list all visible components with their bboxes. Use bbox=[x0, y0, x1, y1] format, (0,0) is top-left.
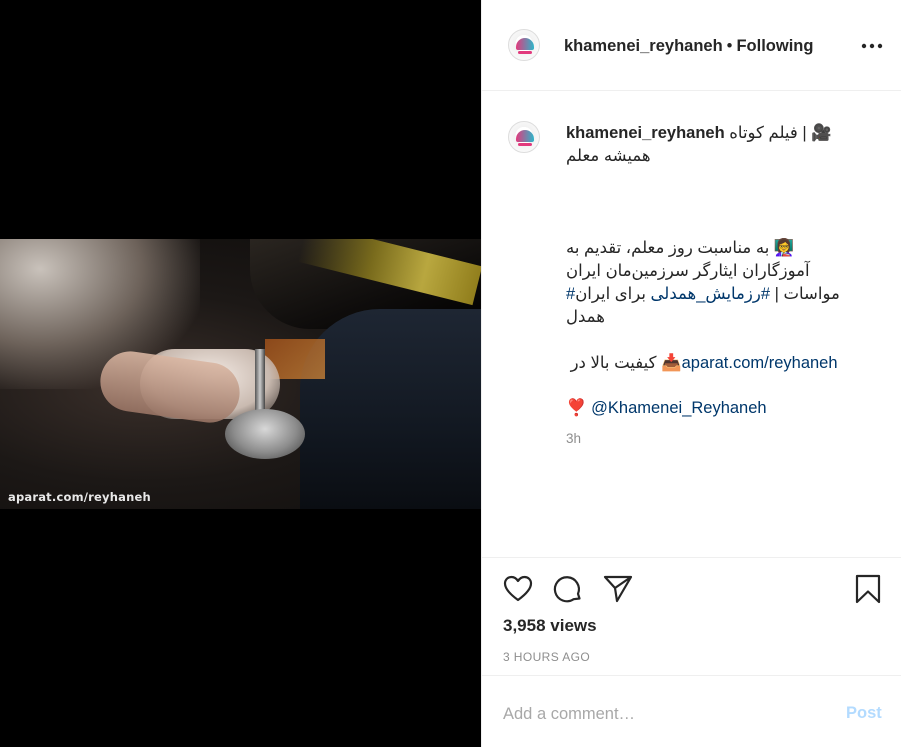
comments-section: khamenei_reyhaneh 🎥 | فیلم کوتاه همیشه م… bbox=[482, 92, 901, 558]
caption-text: برای ایران bbox=[575, 285, 651, 303]
caption-title-line1: 🎥 | فیلم کوتاه bbox=[729, 124, 832, 142]
hashtag-link[interactable]: #رزمایش_همدلی bbox=[651, 285, 770, 303]
following-button[interactable]: Following bbox=[736, 37, 813, 55]
post-caption: khamenei_reyhaneh 🎥 | فیلم کوتاه همیشه م… bbox=[566, 122, 866, 420]
video-frame-sewing-machine[interactable] bbox=[0, 239, 481, 509]
post-side-panel: khamenei_reyhaneh • Following khamenei_rey… bbox=[481, 0, 901, 747]
post-age: 3 HOURS AGO bbox=[503, 650, 591, 664]
add-comment-bar: Post bbox=[482, 675, 901, 747]
caption-first-line: khamenei_reyhaneh 🎥 | فیلم کوتاه bbox=[566, 122, 866, 145]
caption-para2: 📥 کیفیت بالا در aparat.com/reyhaneh bbox=[566, 352, 866, 375]
caption-title-line2: همیشه معلم bbox=[566, 147, 651, 165]
header-user-line: khamenei_reyhaneh • Following bbox=[564, 37, 813, 56]
view-count[interactable]: 3,958 views bbox=[503, 616, 597, 636]
post-media[interactable]: aparat.com/reyhaneh bbox=[0, 0, 481, 747]
avatar[interactable] bbox=[508, 121, 540, 153]
heart-exclamation-icon: ❣️ bbox=[566, 399, 587, 417]
media-watermark: aparat.com/reyhaneh bbox=[8, 490, 151, 504]
caption-para1-line4: همدل bbox=[566, 308, 605, 326]
post-actions: 3,958 views 3 HOURS AGO bbox=[482, 559, 901, 675]
more-horizontal-icon[interactable] bbox=[860, 36, 884, 56]
comment-icon[interactable] bbox=[552, 573, 584, 605]
caption-text: مواسات | bbox=[770, 285, 840, 303]
hashtag-link[interactable]: # bbox=[566, 285, 575, 303]
avatar[interactable] bbox=[508, 29, 540, 61]
post-header: khamenei_reyhaneh • Following bbox=[482, 0, 901, 91]
caption-timestamp[interactable]: 3h bbox=[566, 431, 581, 446]
send-icon[interactable] bbox=[602, 573, 634, 605]
caption-para1-line2: آموزگاران ایثارگر سرزمین‌مان ایران bbox=[566, 262, 810, 280]
aparat-link[interactable]: aparat.com/reyhaneh bbox=[682, 354, 838, 372]
separator-dot: • bbox=[726, 37, 733, 55]
bookmark-icon[interactable] bbox=[852, 573, 884, 605]
caption-para1-line1: 👩‍🏫 به مناسبت روز معلم، تقدیم به bbox=[566, 239, 795, 257]
caption-text: 📥 کیفیت بالا در bbox=[566, 354, 682, 372]
caption-para3: ❣️ @Khamenei_Reyhaneh bbox=[566, 397, 866, 420]
heart-icon[interactable] bbox=[502, 573, 534, 605]
post-button[interactable]: Post bbox=[846, 704, 882, 723]
comment-input[interactable] bbox=[503, 702, 823, 726]
mention-link[interactable]: @Khamenei_Reyhaneh bbox=[591, 399, 766, 417]
caption-para1-line3: مواسات | #رزمایش_همدلی برای ایران# bbox=[566, 283, 841, 306]
header-username[interactable]: khamenei_reyhaneh bbox=[564, 37, 723, 55]
caption-username[interactable]: khamenei_reyhaneh bbox=[566, 124, 725, 142]
